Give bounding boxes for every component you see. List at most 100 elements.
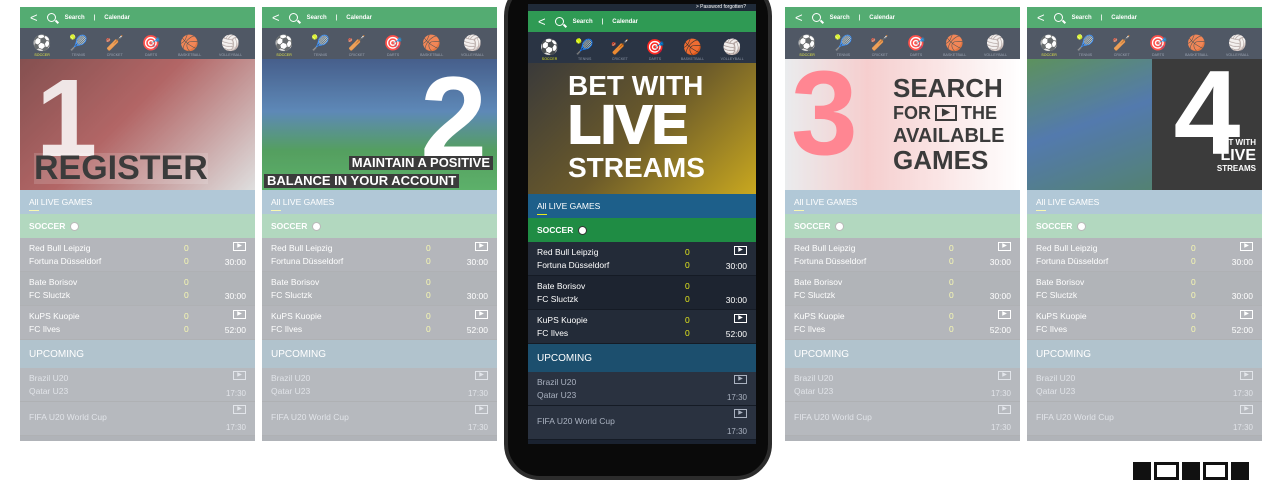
tab-tennis[interactable]: 🎾 TENNIS (834, 36, 853, 57)
search-icon[interactable] (811, 13, 821, 22)
back-button[interactable]: < (538, 14, 546, 29)
tab-cricket[interactable]: 🏏 CRICKET (1112, 36, 1131, 57)
match-row[interactable]: Bate Borisov FC Sluctzk 0 0 30:00 (528, 276, 756, 310)
tab-soccer[interactable]: ⚽ SOCCER (275, 36, 294, 57)
search-link[interactable]: Search (65, 15, 85, 21)
match-row[interactable]: Red Bull Leipzig Fortuna Düsseldorf 0 0 ▶ 3… (262, 238, 497, 272)
match-row[interactable]: Red Bull Leipzig Fortuna Düsseldorf 0 0 ▶ 3… (1027, 238, 1262, 272)
tab-soccer[interactable]: ⚽ SOCCER (1040, 36, 1059, 57)
tab-darts[interactable]: 🎯 DARTS (1149, 36, 1168, 57)
match-row[interactable]: KuPS Kuopie FC Ilves 0 0 ▶ 52:00 (20, 306, 255, 340)
match-row[interactable]: Red Bull Leipzig Fortuna Düsseldorf 0 0 ▶ 3… (20, 238, 255, 272)
calendar-link[interactable]: Calendar (346, 15, 372, 21)
soccer-section-header[interactable]: SOCCER (785, 214, 1020, 238)
upcoming-header[interactable]: UPCOMING (1027, 340, 1262, 368)
play-icon[interactable]: ▶ (475, 242, 488, 251)
back-button[interactable]: < (272, 10, 280, 25)
tab-volleyball[interactable]: 🏐 VOLLEYBALL (721, 40, 744, 61)
upcoming-header[interactable]: UPCOMING (20, 340, 255, 368)
search-link[interactable]: Search (830, 15, 850, 21)
upcoming-row[interactable]: Brazil U20 Qatar U23 ▶ 17:30 (20, 368, 255, 402)
tab-basketball[interactable]: 🏀 BASKETBALL (178, 36, 201, 57)
tab-tennis[interactable]: 🎾 TENNIS (575, 40, 594, 61)
soccer-section-header[interactable]: SOCCER (1027, 214, 1262, 238)
all-live-games-tab[interactable]: All LIVE GAMES (785, 190, 1020, 214)
play-icon[interactable]: ▶ (475, 371, 488, 380)
soccer-section-header[interactable]: SOCCER (528, 218, 756, 242)
play-icon[interactable]: ▶ (475, 405, 488, 414)
calendar-link[interactable]: Calendar (869, 15, 895, 21)
play-icon[interactable]: ▶ (734, 246, 747, 255)
match-row[interactable]: Bate Borisov FC Sluctzk 0 0 30:00 (262, 272, 497, 306)
match-row[interactable]: KuPS Kuopie FC Ilves 0 0 ▶ 52:00 (528, 310, 756, 344)
upcoming-header[interactable]: UPCOMING (262, 340, 497, 368)
match-row[interactable]: Red Bull Leipzig Fortuna Düsseldorf 0 0 ▶ 3… (528, 242, 756, 276)
password-forgotten-link[interactable]: > Password forgotten? (696, 4, 746, 10)
play-icon[interactable]: ▶ (233, 242, 246, 251)
play-icon[interactable]: ▶ (233, 371, 246, 380)
tab-tennis[interactable]: 🎾 TENNIS (1076, 36, 1095, 57)
tab-cricket[interactable]: 🏏 CRICKET (347, 36, 366, 57)
back-button[interactable]: < (795, 10, 803, 25)
tab-darts[interactable]: 🎯 DARTS (384, 36, 403, 57)
tab-tennis[interactable]: 🎾 TENNIS (69, 36, 88, 57)
play-icon[interactable]: ▶ (998, 310, 1011, 319)
soccer-section-header[interactable]: SOCCER (20, 214, 255, 238)
search-link[interactable]: Search (307, 15, 327, 21)
calendar-link[interactable]: Calendar (104, 15, 130, 21)
all-live-games-tab[interactable]: All LIVE GAMES (1027, 190, 1262, 214)
back-button[interactable]: < (30, 10, 38, 25)
search-link[interactable]: Search (573, 19, 593, 25)
play-icon[interactable]: ▶ (1240, 310, 1253, 319)
play-icon[interactable]: ▶ (998, 242, 1011, 251)
match-row[interactable]: KuPS Kuopie FC Ilves 0 0 ▶ 52:00 (1027, 306, 1262, 340)
search-link[interactable]: Search (1072, 15, 1092, 21)
match-row[interactable]: KuPS Kuopie FC Ilves 0 0 ▶ 52:00 (262, 306, 497, 340)
tab-tennis[interactable]: 🎾 TENNIS (311, 36, 330, 57)
tab-basketball[interactable]: 🏀 BASKETBALL (1185, 36, 1208, 57)
tab-soccer[interactable]: ⚽ SOCCER (540, 40, 559, 61)
tab-darts[interactable]: 🎯 DARTS (646, 40, 665, 61)
tab-basketball[interactable]: 🏀 BASKETBALL (943, 36, 966, 57)
all-live-games-tab[interactable]: All LIVE GAMES (528, 194, 756, 218)
upcoming-row[interactable]: Brazil U20 Qatar U23 ▶ 17:30 (262, 368, 497, 402)
calendar-link[interactable]: Calendar (612, 19, 638, 25)
tab-volleyball[interactable]: 🏐 VOLLEYBALL (219, 36, 242, 57)
back-button[interactable]: < (1037, 10, 1045, 25)
upcoming-header[interactable]: UPCOMING (528, 344, 756, 372)
tab-volleyball[interactable]: 🏐 VOLLEYBALL (984, 36, 1007, 57)
upcoming-row[interactable]: FIFA U20 World Cup ▶ 17:30 (785, 402, 1020, 436)
upcoming-row[interactable]: Brazil U20 Qatar U23 ▶ 17:30 (785, 368, 1020, 402)
tab-soccer[interactable]: ⚽ SOCCER (33, 36, 52, 57)
upcoming-row[interactable]: Brazil U20 Qatar U23 ▶ 17:30 (528, 372, 756, 406)
tab-cricket[interactable]: 🏏 CRICKET (870, 36, 889, 57)
soccer-section-header[interactable]: SOCCER (262, 214, 497, 238)
match-row[interactable]: KuPS Kuopie FC Ilves 0 0 ▶ 52:00 (785, 306, 1020, 340)
upcoming-row[interactable]: FIFA U20 World Cup ▶ 17:30 (1027, 402, 1262, 436)
play-icon[interactable]: ▶ (1240, 405, 1253, 414)
play-icon[interactable]: ▶ (1240, 242, 1253, 251)
upcoming-header[interactable]: UPCOMING (785, 340, 1020, 368)
play-icon[interactable]: ▶ (734, 314, 747, 323)
tab-soccer[interactable]: ⚽ SOCCER (798, 36, 817, 57)
tab-basketball[interactable]: 🏀 BASKETBALL (420, 36, 443, 57)
tab-volleyball[interactable]: 🏐 VOLLEYBALL (1226, 36, 1249, 57)
calendar-link[interactable]: Calendar (1111, 15, 1137, 21)
upcoming-row[interactable]: FIFA U20 World Cup ▶ 17:30 (528, 406, 756, 440)
play-icon[interactable]: ▶ (475, 310, 488, 319)
match-row[interactable]: Bate Borisov FC Sluctzk 0 0 30:00 (20, 272, 255, 306)
match-row[interactable]: Bate Borisov FC Sluctzk 0 0 30:00 (785, 272, 1020, 306)
search-icon[interactable] (1053, 13, 1063, 22)
all-live-games-tab[interactable]: All LIVE GAMES (20, 190, 255, 214)
match-row[interactable]: Red Bull Leipzig Fortuna Düsseldorf 0 0 ▶ 3… (785, 238, 1020, 272)
search-icon[interactable] (288, 13, 298, 22)
play-icon[interactable]: ▶ (734, 375, 747, 384)
match-row[interactable]: Bate Borisov FC Sluctzk 0 0 30:00 (1027, 272, 1262, 306)
tab-cricket[interactable]: 🏏 CRICKET (105, 36, 124, 57)
play-icon[interactable]: ▶ (734, 409, 747, 418)
upcoming-row[interactable]: FIFA U20 World Cup ▶ 17:30 (20, 402, 255, 436)
all-live-games-tab[interactable]: All LIVE GAMES (262, 190, 497, 214)
tab-basketball[interactable]: 🏀 BASKETBALL (681, 40, 704, 61)
search-icon[interactable] (46, 13, 56, 22)
search-icon[interactable] (554, 17, 564, 26)
